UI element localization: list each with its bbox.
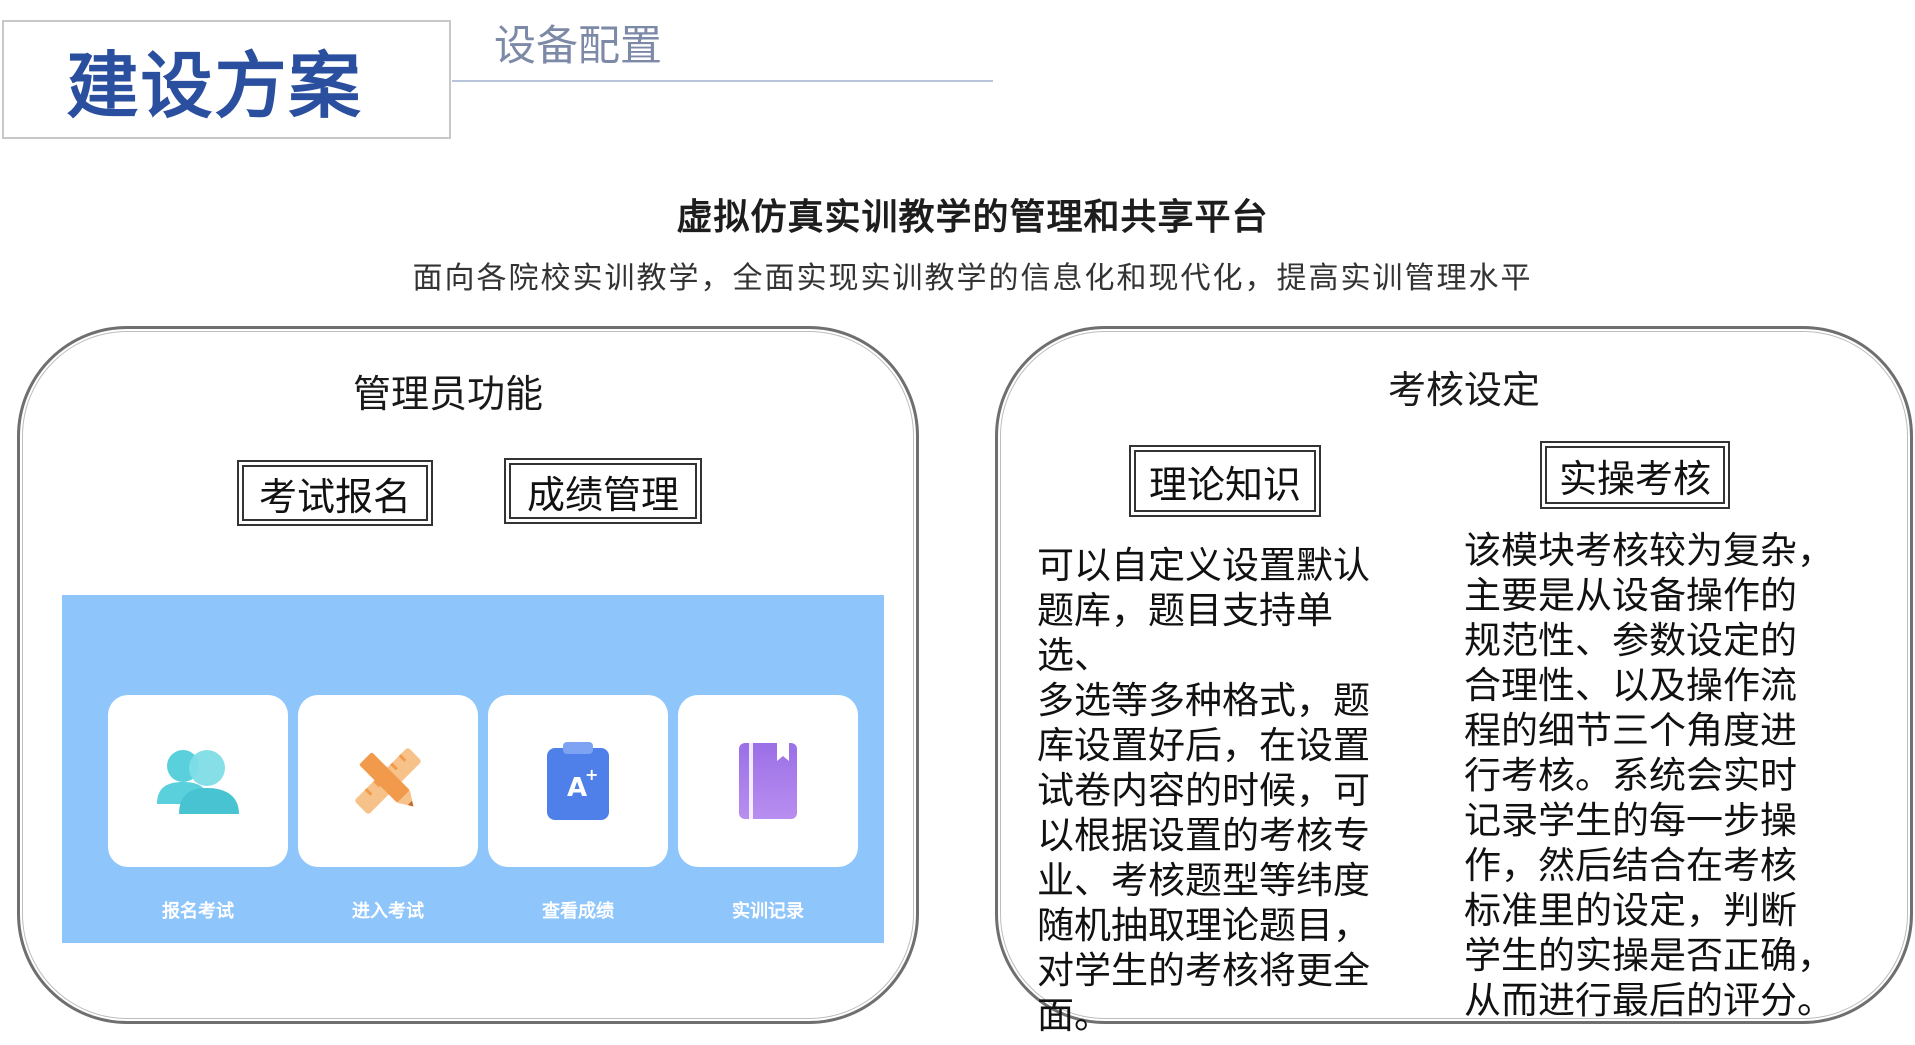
app-label-training-records: 实训记录 [732, 901, 804, 922]
main-heading: 虚拟仿真实训教学的管理和共享平台 [676, 197, 1269, 238]
admin-panel: 管理员功能 考试报名 成绩管理 报名考试 进入考试 A + 查看成绩 实训记录 [17, 326, 919, 1024]
header-divider [452, 80, 993, 82]
pencil-ruler-icon [355, 748, 421, 814]
section-tag: 设备配置 [494, 21, 663, 70]
assessment-panel: 考核设定 理论知识 实操考核 可以自定义设置默认 题库，题目支持单选、 多选等多… [995, 326, 1913, 1037]
admin-panel-title: 管理员功能 [352, 372, 543, 416]
svg-text:+: + [585, 765, 598, 784]
page-title: 建设方案 [66, 44, 363, 128]
sub-heading: 面向各院校实训教学，全面实现实训教学的信息化和现代化，提高实训管理水平 [412, 261, 1533, 296]
app-tile-view-grades[interactable]: A + [488, 695, 668, 867]
theory-knowledge-button[interactable]: 理论知识 [1129, 445, 1321, 517]
score-management-button[interactable]: 成绩管理 [504, 458, 702, 524]
app-label-enter-exam: 进入考试 [352, 901, 424, 922]
exam-signup-button[interactable]: 考试报名 [237, 460, 433, 526]
app-tile-enter-exam[interactable] [298, 695, 478, 867]
practice-description: 该模块考核较为复杂， 主要是从设备操作的 规范性、参数设定的 合理性、以及操作流… [1464, 529, 1834, 1022]
app-screenshot: 报名考试 进入考试 A + 查看成绩 实训记录 [62, 595, 884, 943]
app-label-signup: 报名考试 [162, 901, 234, 922]
app-label-view-grades: 查看成绩 [542, 901, 614, 922]
grade-clipboard-icon: A + [547, 742, 609, 820]
app-tile-signup[interactable] [108, 695, 288, 867]
assessment-panel-title: 考核设定 [1387, 368, 1540, 412]
users-icon [157, 750, 239, 814]
practical-assessment-button[interactable]: 实操考核 [1540, 441, 1730, 509]
app-tile-training-records[interactable] [678, 695, 858, 867]
title-box: 建设方案 [2, 20, 451, 139]
theory-description: 可以自定义设置默认 题库，题目支持单选、 多选等多种格式，题 库设置好后，在设置… [1037, 544, 1370, 1037]
notebook-icon [739, 743, 797, 819]
